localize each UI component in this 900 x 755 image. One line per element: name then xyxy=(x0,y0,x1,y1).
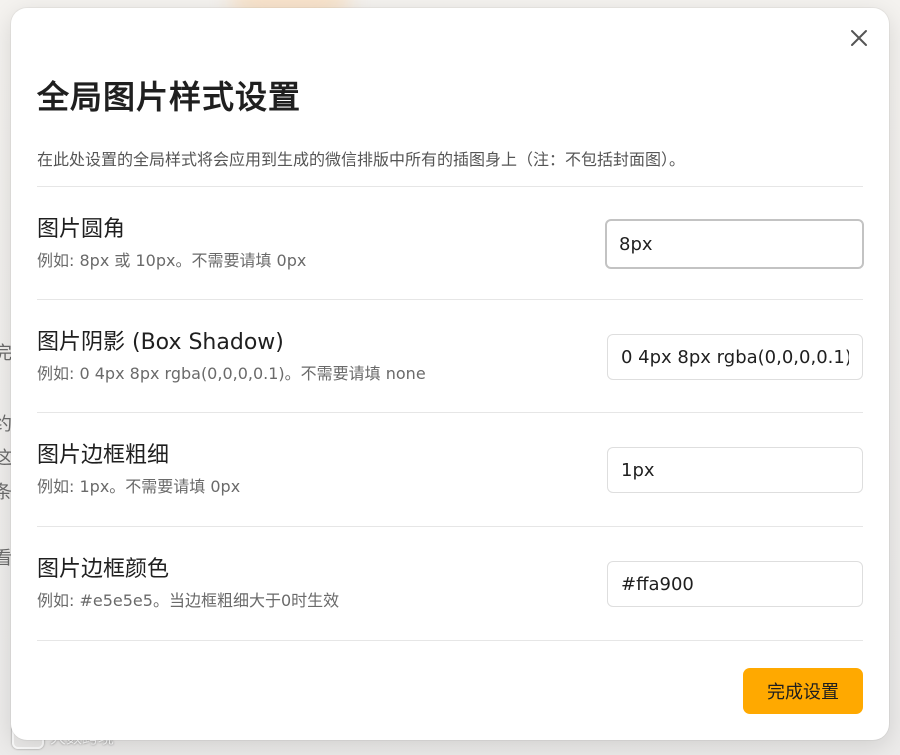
setting-row-border-radius: 图片圆角 例如: 8px 或 10px。不需要请填 0px xyxy=(37,187,864,299)
border-radius-input[interactable] xyxy=(605,219,864,269)
setting-hint: 例如: #e5e5e5。当边框粗细大于0时生效 xyxy=(37,591,340,610)
close-icon xyxy=(851,30,867,46)
divider xyxy=(37,640,863,641)
setting-row-border-color: 图片边框颜色 例如: #e5e5e5。当边框粗细大于0时生效 xyxy=(37,527,863,639)
setting-hint: 例如: 8px 或 10px。不需要请填 0px xyxy=(37,251,307,270)
settings-dialog: 全局图片样式设置 在此处设置的全局样式将会应用到生成的微信排版中所有的插图身上（… xyxy=(11,8,889,740)
setting-hint: 例如: 1px。不需要请填 0px xyxy=(37,477,241,496)
setting-hint: 例如: 0 4px 8px rgba(0,0,0,0.1)。不需要请填 none xyxy=(37,364,426,383)
setting-label: 图片边框颜色 xyxy=(37,557,170,582)
close-button[interactable] xyxy=(847,26,871,50)
box-shadow-input[interactable] xyxy=(607,334,863,380)
border-width-input[interactable] xyxy=(607,447,863,493)
setting-row-border-width: 图片边框粗细 例如: 1px。不需要请填 0px xyxy=(37,413,863,525)
border-color-input[interactable] xyxy=(607,561,863,607)
setting-label: 图片边框粗细 xyxy=(37,443,170,468)
setting-label: 图片阴影 (Box Shadow) xyxy=(37,330,284,355)
done-button[interactable]: 完成设置 xyxy=(743,668,863,714)
dialog-description: 在此处设置的全局样式将会应用到生成的微信排版中所有的插图身上（注：不包括封面图）… xyxy=(37,150,686,169)
dialog-title: 全局图片样式设置 xyxy=(37,78,302,116)
setting-label: 图片圆角 xyxy=(37,217,126,242)
setting-row-box-shadow: 图片阴影 (Box Shadow) 例如: 0 4px 8px rgba(0,0… xyxy=(37,300,863,412)
